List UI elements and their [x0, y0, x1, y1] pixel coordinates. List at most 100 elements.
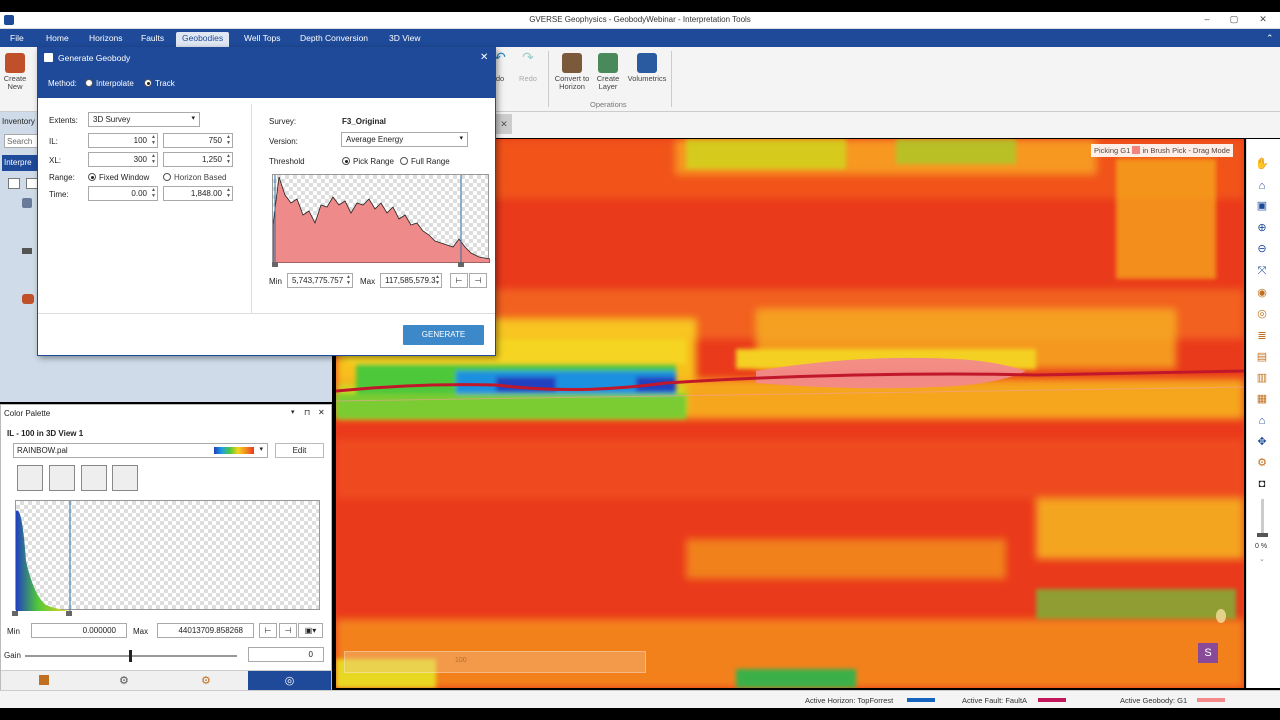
chevron-down-icon[interactable]: ⌄ [1259, 555, 1265, 563]
close-panel-icon[interactable]: ✕ [318, 408, 325, 417]
panel-menu-icon[interactable]: ▾ [291, 408, 295, 416]
method-track-radio[interactable]: Track [144, 79, 175, 88]
create-new-button[interactable]: Create New [2, 53, 28, 91]
menu-depth-conversion[interactable]: Depth Conversion [294, 32, 374, 47]
close-window-button[interactable]: ✕ [1256, 14, 1270, 26]
menu-faults[interactable]: Faults [135, 32, 170, 47]
center-range-button[interactable]: ⊣ [279, 623, 297, 638]
camera-icon[interactable]: ◘ [1255, 477, 1269, 491]
tab-inventory[interactable]: Inventory [2, 117, 35, 126]
palette-histogram[interactable] [15, 500, 320, 611]
survey-value: F3_Original [342, 117, 387, 126]
cube-icon[interactable]: ▥ [1255, 371, 1269, 385]
move-icon[interactable]: ✥ [1255, 435, 1269, 449]
threshold-center-button[interactable]: ⊣ [469, 273, 487, 288]
version-select[interactable]: Average Energy ▾ [341, 132, 468, 147]
time-from-input[interactable]: 0.00 ▲ ▼ [88, 186, 158, 201]
footer-tab-tools-icon[interactable]: ⚙ [201, 674, 211, 687]
range-horizon-based-radio[interactable]: Horizon Based [163, 173, 226, 182]
footer-tab-inventory-icon[interactable] [39, 675, 49, 685]
close-view-tab-button[interactable]: ✕ [496, 114, 512, 134]
slice-icon[interactable]: ▤ [1255, 350, 1269, 364]
threshold-handle-right[interactable] [458, 262, 464, 267]
pan-hand-icon[interactable]: ✋ [1255, 157, 1269, 171]
gain-slider-handle[interactable] [129, 650, 132, 662]
gain-input[interactable]: 0 [248, 647, 324, 662]
extents-select[interactable]: 3D Survey ▾ [88, 112, 200, 127]
geobody-tree-icon[interactable] [22, 294, 34, 304]
rotate-icon[interactable]: ◉ [1255, 286, 1269, 300]
menu-geobodies[interactable]: Geobodies [176, 32, 230, 47]
threshold-max-input[interactable]: 117,585,579.3 ▲ ▼ [380, 273, 442, 288]
ribbon-collapse-icon[interactable]: ⌃ [1266, 33, 1274, 44]
zoom-slider[interactable] [1257, 499, 1268, 537]
menu-well-tops[interactable]: Well Tops [238, 32, 287, 47]
time-to-input[interactable]: 1,848.00 ▲ ▼ [163, 186, 233, 201]
box-icon[interactable]: ▦ [1255, 392, 1269, 406]
palette-mode-button-1[interactable] [17, 465, 43, 491]
threshold-handle-left[interactable] [272, 262, 278, 267]
minimize-button[interactable]: – [1200, 14, 1214, 26]
layers-icon[interactable]: ≣ [1255, 329, 1269, 343]
close-dialog-button[interactable]: ✕ [480, 52, 488, 63]
fullscreen-icon[interactable]: ⤧ [1255, 264, 1269, 278]
lock-icon[interactable]: ⌂ [1255, 414, 1269, 428]
redo-icon: ↷ [522, 49, 534, 65]
gain-slider[interactable] [25, 650, 237, 662]
threshold-min-input[interactable]: 5,743,775.757 ▲ ▼ [287, 273, 353, 288]
palette-mode-button-4[interactable] [112, 465, 138, 491]
method-interpolate-radio[interactable]: Interpolate [85, 79, 134, 88]
palette-max-input[interactable]: 44013709.858268 [157, 623, 254, 638]
convert-to-horizon-button[interactable]: Convert to Horizon [552, 53, 592, 91]
generate-geobody-dialog: Generate Geobody ✕ Method: Interpolate T… [37, 47, 496, 356]
full-range-button[interactable]: ▣▾ [298, 623, 323, 638]
menu-horizons[interactable]: Horizons [83, 32, 129, 47]
maximize-button[interactable]: ▢ [1227, 14, 1241, 26]
edit-palette-button[interactable]: Edit [275, 443, 324, 458]
sync-icon[interactable]: ◎ [1255, 307, 1269, 321]
expand-all-icon[interactable] [8, 178, 20, 189]
threshold-histogram[interactable] [272, 174, 491, 264]
footer-tab-settings-icon[interactable]: ⚙ [119, 674, 129, 687]
tree-item-icon[interactable] [22, 198, 32, 208]
volumetrics-button[interactable]: Volumetrics [625, 53, 669, 83]
home-icon[interactable]: ⌂ [1255, 179, 1269, 193]
redo-button[interactable]: ↷ Redo [516, 49, 540, 83]
xl-from-input[interactable]: 300 ▲ ▼ [88, 152, 158, 167]
menu-file[interactable]: File [4, 32, 30, 47]
tree-item-icon[interactable] [22, 248, 32, 254]
palette-min-input[interactable]: 0.000000 [31, 623, 127, 638]
create-layer-button[interactable]: Create Layer [594, 53, 622, 91]
range-label: Range: [49, 173, 75, 182]
menu-3d-view[interactable]: 3D View [383, 32, 427, 47]
il-to-input[interactable]: 750 ▲ ▼ [163, 133, 233, 148]
xl-to-input[interactable]: 1,250 ▲ ▼ [163, 152, 233, 167]
search-input[interactable]: Search [4, 134, 38, 148]
settings-icon[interactable]: ⚙ [1255, 456, 1269, 470]
generate-button[interactable]: GENERATE [403, 325, 484, 345]
slice-value-input[interactable]: 100 [455, 657, 495, 664]
light-bulb-icon[interactable] [1216, 609, 1226, 623]
pin-icon[interactable]: ⊓ [304, 408, 310, 417]
range-handle-right[interactable] [66, 611, 72, 616]
threshold-full-range-radio[interactable]: Full Range [400, 157, 450, 166]
tab-interpretation[interactable]: Interpre [2, 155, 38, 171]
fit-view-icon[interactable]: ▣ [1255, 199, 1269, 213]
zoom-out-icon[interactable]: ⊖ [1255, 242, 1269, 256]
range-fixed-window-radio[interactable]: Fixed Window [88, 173, 149, 182]
dialog-icon [44, 53, 53, 62]
palette-select[interactable]: RAINBOW.pal ▾ [13, 443, 268, 458]
menu-home[interactable]: Home [40, 32, 75, 47]
create-new-icon [5, 53, 25, 73]
footer-tab-palette[interactable]: ◎ [248, 671, 331, 691]
threshold-pick-range-radio[interactable]: Pick Range [342, 157, 394, 166]
zoom-in-icon[interactable]: ⊕ [1255, 221, 1269, 235]
range-handle-left[interactable] [12, 611, 18, 616]
palette-mode-button-3[interactable] [81, 465, 107, 491]
palette-mode-button-2[interactable] [49, 465, 75, 491]
zoom-slider-handle[interactable] [1257, 533, 1268, 537]
slice-navigator[interactable]: 100 [344, 651, 646, 673]
il-from-input[interactable]: 100 ▲ ▼ [88, 133, 158, 148]
threshold-fit-button[interactable]: ⊢ [450, 273, 468, 288]
fit-range-button[interactable]: ⊢ [259, 623, 277, 638]
